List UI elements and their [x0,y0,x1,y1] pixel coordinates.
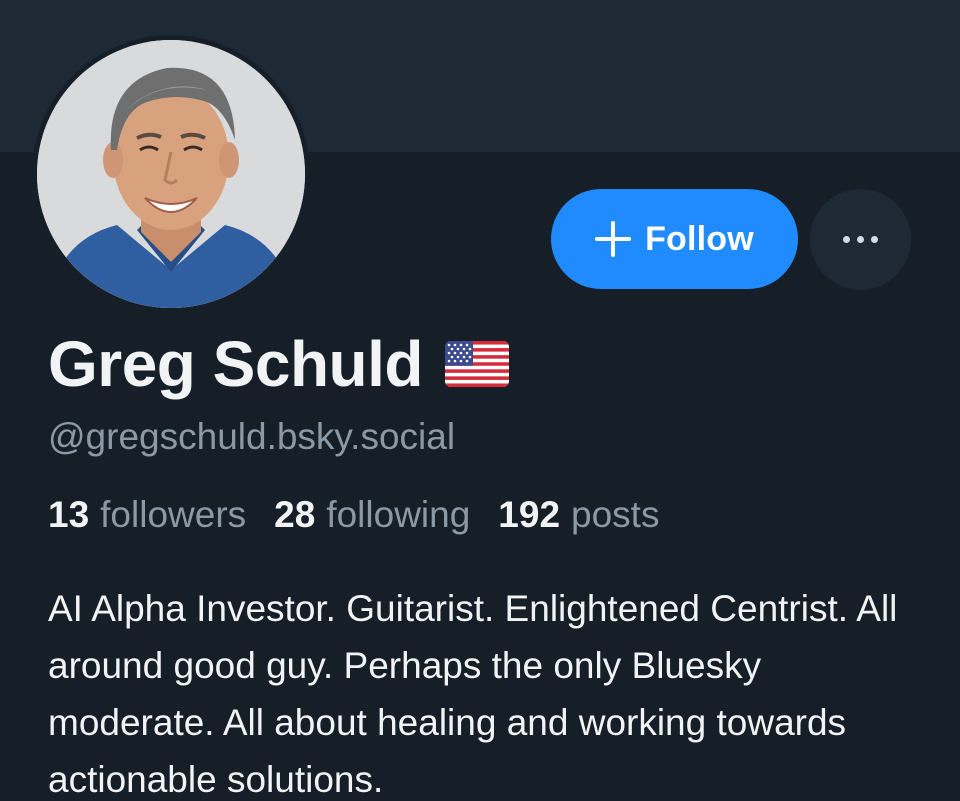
profile-bio: AI Alpha Investor. Guitarist. Enlightene… [48,588,898,800]
following-count: 28 [274,494,316,535]
profile-stats: 13 followers 28 following 192 posts [48,494,659,536]
follow-button-label: Follow [645,219,754,258]
profile-page: Follow Greg Schuld @gregschuld.bsky.soci… [0,0,960,801]
posts-count: 192 [498,494,561,535]
ellipsis-dot [871,236,878,243]
profile-handle: @gregschuld.bsky.social [48,416,456,457]
posts-stat: 192 posts [498,494,659,536]
ellipsis-icon [843,236,850,243]
more-options-button[interactable] [810,189,911,290]
followers-link[interactable]: 13 followers [48,494,246,536]
avatar-image [37,40,305,308]
follow-button[interactable]: Follow [551,189,798,289]
plus-icon [595,221,632,257]
display-name: Greg Schuld [48,328,424,400]
followers-label: followers [100,494,247,535]
followers-count: 13 [48,494,90,535]
avatar[interactable] [37,40,305,308]
following-label: following [326,494,471,535]
us-flag-icon [445,341,509,387]
display-name-row: Greg Schuld [48,326,509,402]
ellipsis-dot [857,236,864,243]
posts-label: posts [571,494,660,535]
following-link[interactable]: 28 following [274,494,470,536]
